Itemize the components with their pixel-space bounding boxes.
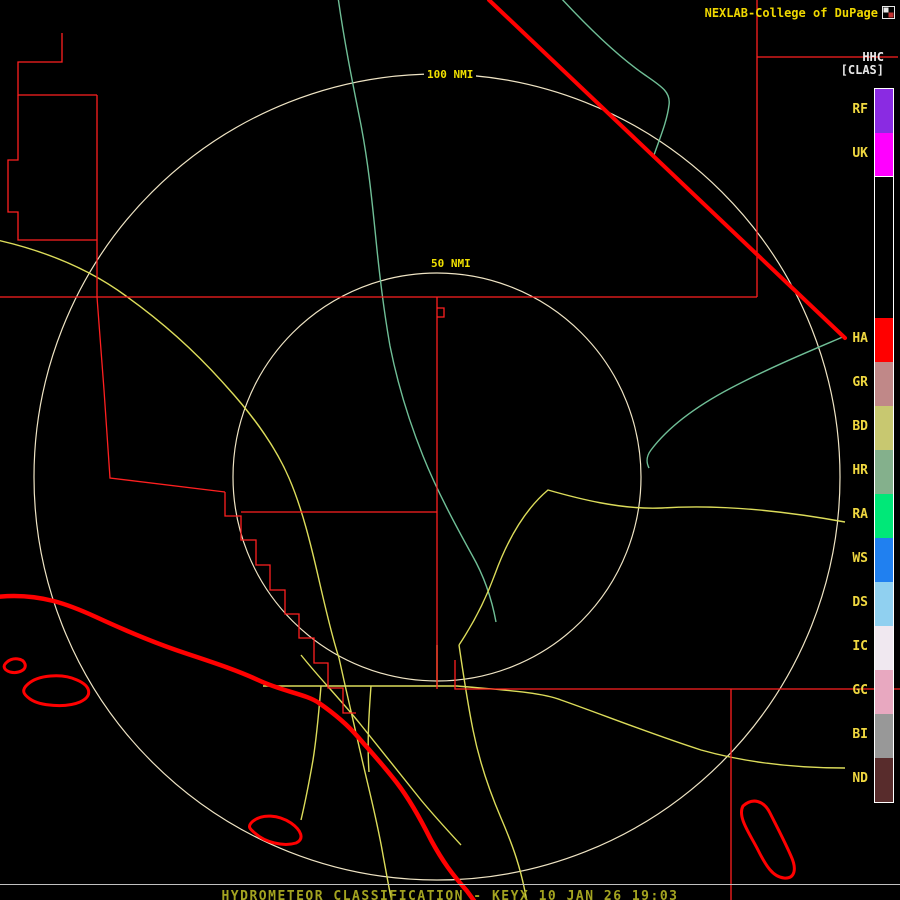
legend-swatch-bd [875, 406, 893, 450]
highway [458, 489, 846, 646]
legend-swatch-gap [875, 177, 893, 318]
legend-label-rf: RF [852, 102, 868, 117]
island-outline [22, 674, 91, 708]
highway [300, 685, 322, 821]
legend-swatch-ha [875, 318, 893, 362]
county-boundary [17, 33, 97, 96]
legend-swatch-gr [875, 362, 893, 406]
legend-label-ds: DS [852, 595, 868, 610]
river [561, 0, 670, 159]
legend-label-ha: HA [852, 331, 868, 346]
legend-bar [874, 88, 894, 803]
legend-swatch-hr [875, 450, 893, 494]
county-boundary [224, 492, 356, 714]
radar-map [0, 0, 900, 900]
state-boundary-line [487, 0, 847, 340]
legend-swatch-gc [875, 670, 893, 714]
highway [456, 685, 846, 769]
caption-bar: HYDROMETEOR CLASSIFICATION - KEYX 10 JAN… [0, 884, 900, 900]
highway [0, 240, 340, 659]
legend-label-gr: GR [852, 375, 868, 390]
legend-label-ws: WS [852, 551, 868, 566]
legend-label-bd: BD [852, 419, 868, 434]
river [646, 335, 846, 469]
legend-swatch-nd [875, 758, 893, 802]
legend-labels: RF UK HA GR BD HR RA WS DS IC GC BI ND [828, 0, 868, 900]
cod-logo-icon [882, 6, 895, 19]
radar-display: NEXLAB-College of DuPage HHC [CLAS] 100 … [0, 0, 900, 900]
river [337, 0, 497, 623]
legend-label-hr: HR [852, 463, 868, 478]
product-caption: HYDROMETEOR CLASSIFICATION - KEYX 10 JAN… [221, 889, 679, 900]
island-outline [2, 657, 27, 674]
legend-label-ra: RA [852, 507, 868, 522]
legend-swatch-ra [875, 494, 893, 538]
legend-swatch-ds [875, 582, 893, 626]
legend-label-uk: UK [852, 146, 868, 161]
county-boundary [96, 296, 226, 493]
range-ring-label-100: 100 NMI [424, 68, 477, 81]
legend-label-ic: IC [852, 639, 868, 654]
legend-swatch-ws [875, 538, 893, 582]
legend-label-gc: GC [852, 683, 868, 698]
highway [338, 657, 393, 900]
county-boundary [437, 307, 445, 318]
legend-swatch-rf [875, 89, 893, 133]
legend-label-nd: ND [852, 771, 868, 786]
legend-swatch-bi [875, 714, 893, 758]
coastline [0, 593, 477, 900]
highway [458, 644, 528, 900]
legend-label-bi: BI [852, 727, 868, 742]
island-outline [740, 799, 796, 880]
county-boundary [7, 95, 97, 241]
range-ring-label-50: 50 NMI [428, 257, 474, 270]
legend-swatch-ic [875, 626, 893, 670]
legend-swatch-uk [875, 133, 893, 177]
highway [367, 685, 372, 773]
island-outline [247, 814, 303, 846]
